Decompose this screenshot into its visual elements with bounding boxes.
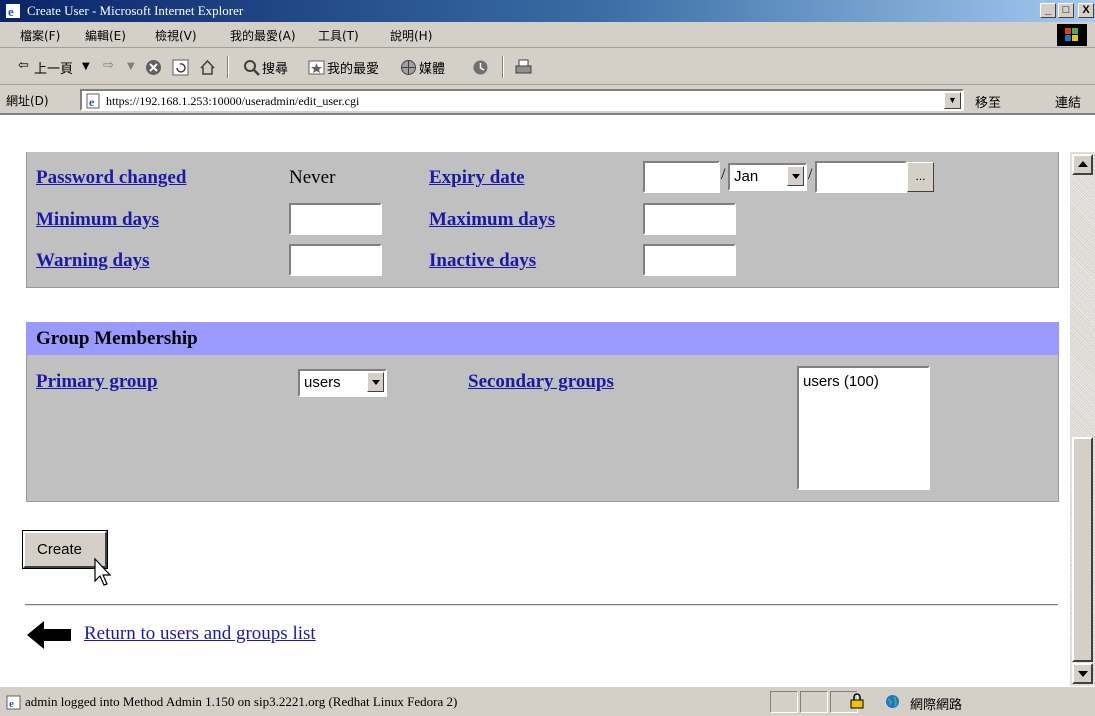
- menu-edit[interactable]: 編輯(E): [85, 27, 126, 44]
- inactive-days-link[interactable]: Inactive days: [429, 250, 536, 272]
- expiry-year-input[interactable]: [815, 161, 907, 193]
- svg-text:e: e: [9, 698, 14, 710]
- address-bar: 網址(D) e https://192.168.1.253:10000/user…: [0, 86, 1095, 114]
- date-separator: /: [721, 166, 726, 183]
- address-input[interactable]: e https://192.168.1.253:10000/useradmin/…: [80, 89, 964, 111]
- secondary-groups-link[interactable]: Secondary groups: [468, 371, 614, 393]
- toolbar: ⇦ 上一頁 ▼ ⇨ ▼ 搜尋 我的最愛 媒體: [0, 49, 1095, 85]
- ie-icon: e: [6, 4, 20, 19]
- refresh-icon[interactable]: [172, 59, 189, 76]
- page-icon: e: [86, 93, 100, 109]
- search-icon[interactable]: [243, 59, 260, 76]
- divider: [25, 604, 1058, 606]
- menu-file[interactable]: 檔案(F): [20, 27, 60, 44]
- close-button[interactable]: X: [1078, 3, 1094, 18]
- secondary-groups-list[interactable]: users (100): [797, 366, 930, 490]
- back-button[interactable]: 上一頁: [34, 58, 73, 77]
- scroll-down-button[interactable]: [1072, 663, 1093, 684]
- minimum-days-input[interactable]: [289, 203, 382, 235]
- internet-globe-icon: [886, 695, 899, 708]
- address-label: 網址(D): [6, 94, 49, 108]
- window-title: Create User - Microsoft Internet Explore…: [27, 3, 244, 18]
- svg-text:e: e: [89, 95, 95, 109]
- back-arrow-icon[interactable]: [27, 620, 71, 650]
- address-dropdown-icon[interactable]: ▼: [944, 92, 961, 109]
- menu-help[interactable]: 說明(H): [390, 27, 432, 44]
- media-icon[interactable]: [400, 59, 417, 76]
- primary-group-value: users: [304, 374, 341, 391]
- group-membership-title: Group Membership: [36, 328, 198, 349]
- password-changed-value: Never: [289, 167, 336, 188]
- svg-text:e: e: [8, 4, 14, 19]
- browser-window: e Create User - Microsoft Internet Explo…: [0, 0, 1095, 716]
- mouse-cursor-icon: [94, 557, 112, 586]
- status-text: admin logged into Method Admin 1.150 on …: [25, 694, 458, 709]
- expiry-date-link[interactable]: Expiry date: [429, 167, 525, 189]
- create-button-label: Create: [37, 541, 83, 558]
- toolbar-separator: [227, 56, 229, 78]
- expiry-day-input[interactable]: [643, 161, 720, 193]
- minimize-button[interactable]: _: [1040, 3, 1056, 18]
- menu-view[interactable]: 檢視(V): [155, 27, 197, 44]
- menu-favorites[interactable]: 我的最愛(A): [230, 27, 296, 44]
- favorites-button[interactable]: 我的最愛: [327, 58, 379, 77]
- date-picker-button[interactable]: ...: [907, 162, 934, 192]
- minimum-days-link[interactable]: Minimum days: [36, 209, 159, 231]
- chevron-down-icon[interactable]: [787, 166, 804, 186]
- scrollbar-thumb[interactable]: [1072, 437, 1093, 662]
- title-bar: e Create User - Microsoft Internet Explo…: [0, 0, 1095, 22]
- menu-bar: 檔案(F) 編輯(E) 檢視(V) 我的最愛(A) 工具(T) 說明(H): [0, 22, 1095, 48]
- warning-days-input[interactable]: [289, 244, 382, 276]
- forward-dropdown-icon[interactable]: ▼: [127, 61, 135, 72]
- maximize-button[interactable]: □: [1058, 3, 1074, 18]
- back-dropdown-icon[interactable]: ▼: [82, 61, 90, 72]
- scroll-up-button[interactable]: [1072, 154, 1093, 175]
- return-link[interactable]: Return to users and groups list: [84, 623, 316, 645]
- home-icon[interactable]: [199, 59, 216, 76]
- maximum-days-input[interactable]: [643, 203, 736, 235]
- list-item[interactable]: users (100): [803, 373, 879, 390]
- media-button[interactable]: 媒體: [419, 58, 445, 77]
- stop-icon[interactable]: [145, 59, 162, 76]
- expiry-month-select[interactable]: Jan: [728, 163, 807, 191]
- warning-days-link[interactable]: Warning days: [36, 250, 150, 272]
- print-icon[interactable]: [515, 59, 532, 76]
- go-button[interactable]: 移至: [975, 92, 1001, 111]
- expiry-month-value: Jan: [734, 168, 759, 185]
- address-url: https://192.168.1.253:10000/useradmin/ed…: [106, 94, 360, 108]
- lock-icon: [850, 693, 864, 709]
- menu-tools[interactable]: 工具(T): [318, 27, 359, 44]
- back-arrow-icon[interactable]: ⇦: [18, 58, 29, 73]
- date-separator: /: [808, 166, 813, 183]
- history-icon[interactable]: [472, 59, 489, 76]
- links-button[interactable]: 連結: [1055, 92, 1081, 111]
- status-pane: [800, 691, 828, 713]
- search-button[interactable]: 搜尋: [262, 58, 288, 77]
- windows-logo: [1057, 24, 1087, 46]
- status-bar: e admin logged into Method Admin 1.150 o…: [0, 686, 1095, 716]
- toolbar-separator: [502, 56, 504, 78]
- chevron-down-icon[interactable]: [367, 372, 384, 392]
- inactive-days-input[interactable]: [643, 244, 736, 276]
- primary-group-select[interactable]: users: [298, 369, 387, 397]
- primary-group-link[interactable]: Primary group: [36, 371, 158, 393]
- group-membership-header: Group Membership: [26, 322, 1059, 355]
- password-changed-link[interactable]: Password changed: [36, 167, 186, 189]
- page-done-icon: e: [6, 695, 21, 710]
- maximum-days-link[interactable]: Maximum days: [429, 209, 555, 231]
- security-zone: 網際網路: [910, 698, 963, 713]
- vertical-scrollbar[interactable]: [1070, 152, 1095, 686]
- windows-flag-icon: [1065, 28, 1078, 41]
- status-pane: [770, 691, 798, 713]
- forward-arrow-icon[interactable]: ⇨: [103, 58, 114, 73]
- favorites-icon[interactable]: [308, 59, 325, 76]
